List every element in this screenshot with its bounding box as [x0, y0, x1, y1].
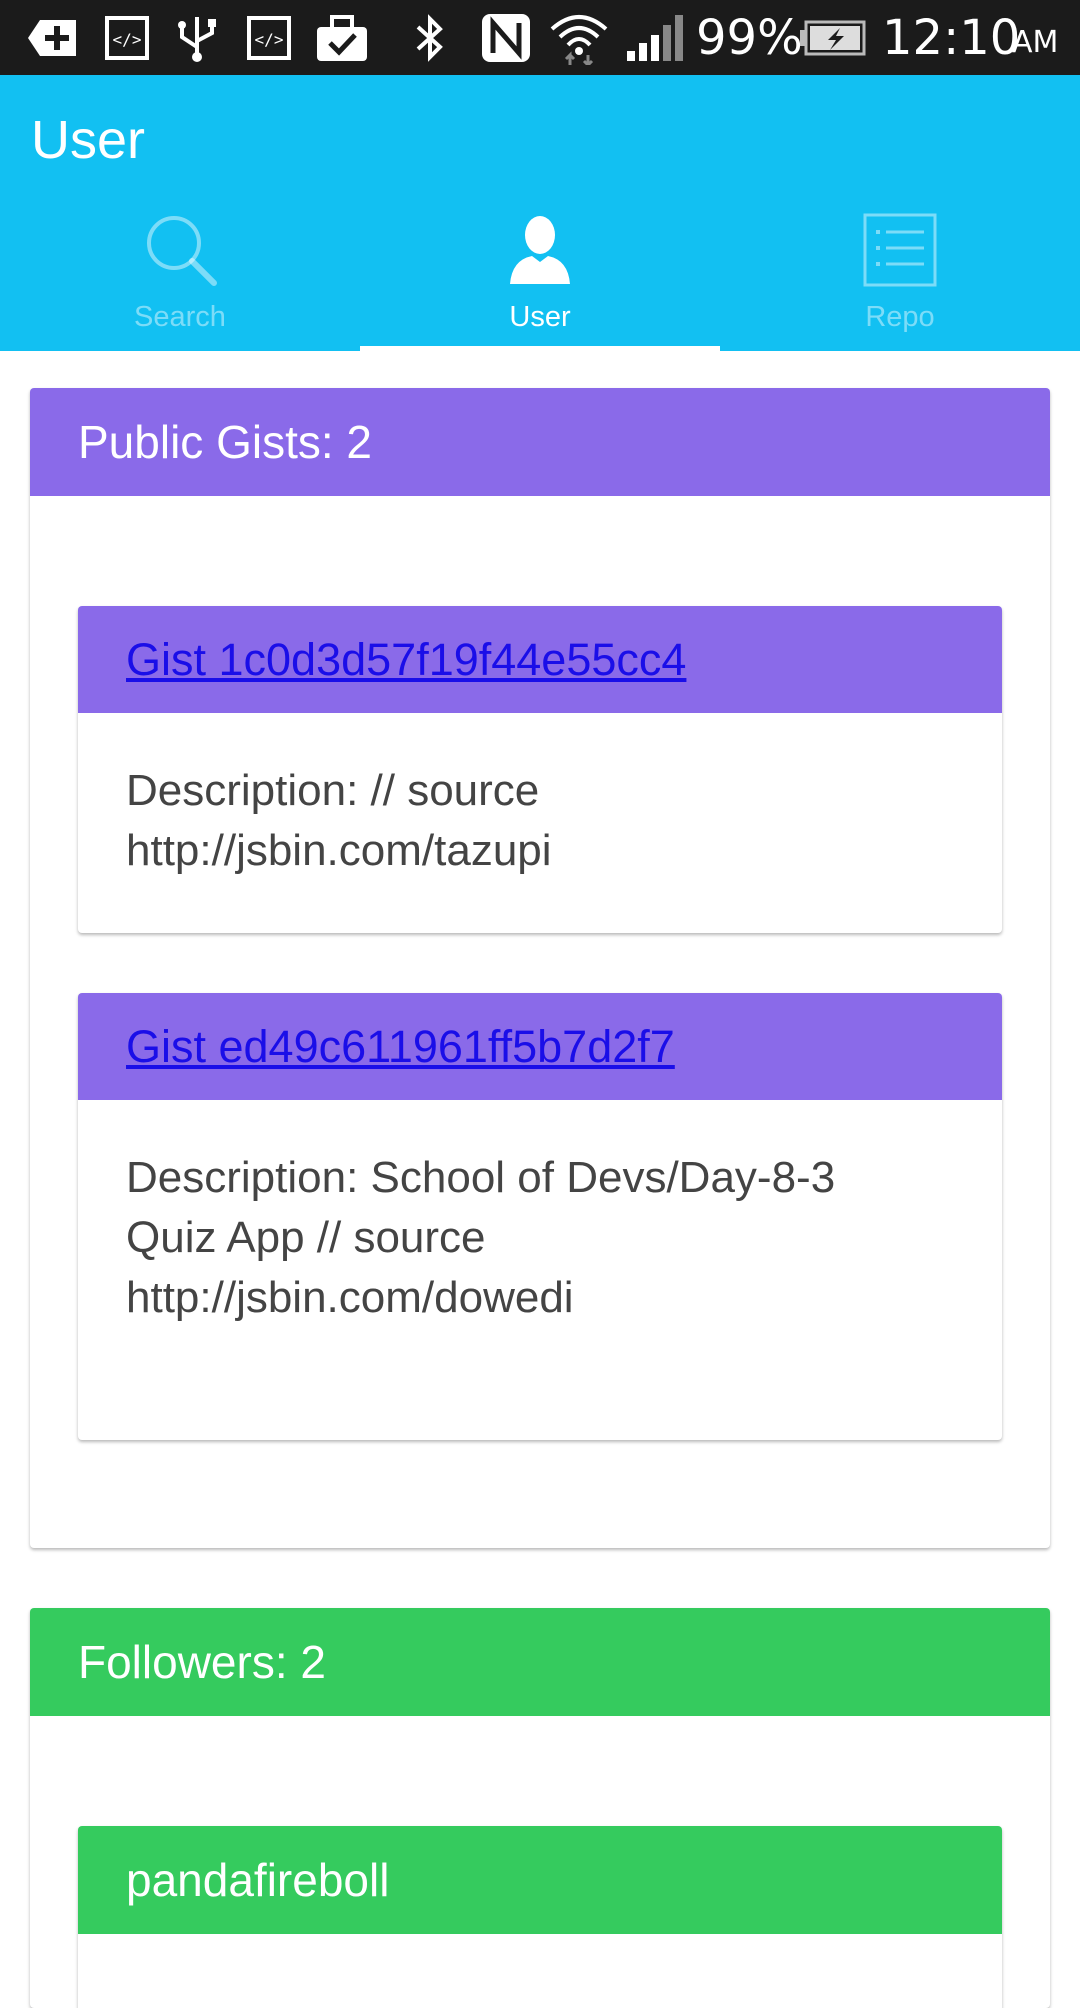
tab-user[interactable]: User: [360, 202, 720, 351]
gist-link[interactable]: Gist ed49c611961ff5b7d2f7: [126, 1021, 675, 1073]
tab-repo[interactable]: Repo: [720, 202, 1080, 351]
public-gists-header: Public Gists: 2: [30, 388, 1050, 496]
user-icon: [500, 210, 580, 290]
tab-label: User: [509, 301, 571, 333]
search-icon: [140, 210, 220, 290]
gist-description-line: http://jsbin.com/dowedi: [126, 1273, 574, 1322]
public-gists-card: Public Gists: 2 Gist 1c0d3d57f19f44e55cc…: [30, 388, 1050, 1548]
tab-indicator: [360, 346, 720, 351]
page-title: User: [31, 110, 146, 170]
gist-link[interactable]: Gist 1c0d3d57f19f44e55cc4: [126, 634, 686, 686]
gist-description-line: Description: School of Devs/Day-8-3: [126, 1153, 836, 1202]
code-icon: </>: [102, 13, 152, 63]
gist-header: Gist ed49c611961ff5b7d2f7: [78, 993, 1002, 1100]
gist-card: Gist 1c0d3d57f19f44e55cc4 Description: /…: [78, 606, 1002, 933]
follower-card[interactable]: pandafireboll: [78, 1826, 1002, 2008]
svg-text:</>: </>: [255, 30, 284, 49]
gist-description-line: Quiz App // source: [126, 1213, 486, 1262]
tab-label: Search: [134, 301, 226, 333]
list-icon: [860, 210, 940, 290]
add-notification-icon: [26, 13, 80, 63]
svg-text:</>: </>: [113, 30, 142, 49]
gist-description: Description: School of Devs/Day-8-3 Quiz…: [78, 1100, 1002, 1328]
tab-search[interactable]: Search: [0, 202, 360, 351]
code-icon: </>: [244, 13, 294, 63]
followers-card: Followers: 2 pandafireboll: [30, 1608, 1050, 2008]
gist-description: Description: // source http://jsbin.com/…: [78, 713, 1002, 881]
tab-bar: Search User Repo: [0, 202, 1080, 351]
clock-time: 12:10: [882, 10, 1021, 66]
status-bar: </> </> 99% 12:10 AM: [0, 0, 1080, 75]
follower-login: pandafireboll: [78, 1826, 1002, 1934]
followers-header: Followers: 2: [30, 1608, 1050, 1716]
usb-icon: [172, 13, 222, 63]
battery-charging-icon: [798, 13, 868, 63]
gist-description-line: http://jsbin.com/tazupi: [126, 826, 552, 875]
briefcase-check-icon: [314, 13, 370, 63]
nfc-icon: [478, 13, 534, 63]
signal-icon: [624, 13, 686, 63]
gist-description-line: Description: // source: [126, 766, 540, 815]
tab-label: Repo: [865, 301, 935, 333]
bluetooth-icon: [410, 13, 450, 63]
gist-card: Gist ed49c611961ff5b7d2f7 Description: S…: [78, 993, 1002, 1440]
battery-percent: 99%: [696, 10, 803, 66]
clock-ampm: AM: [1012, 25, 1059, 60]
app-bar: User Search User Repo: [0, 75, 1080, 351]
wifi-icon: [548, 13, 610, 65]
gist-header: Gist 1c0d3d57f19f44e55cc4: [78, 606, 1002, 713]
